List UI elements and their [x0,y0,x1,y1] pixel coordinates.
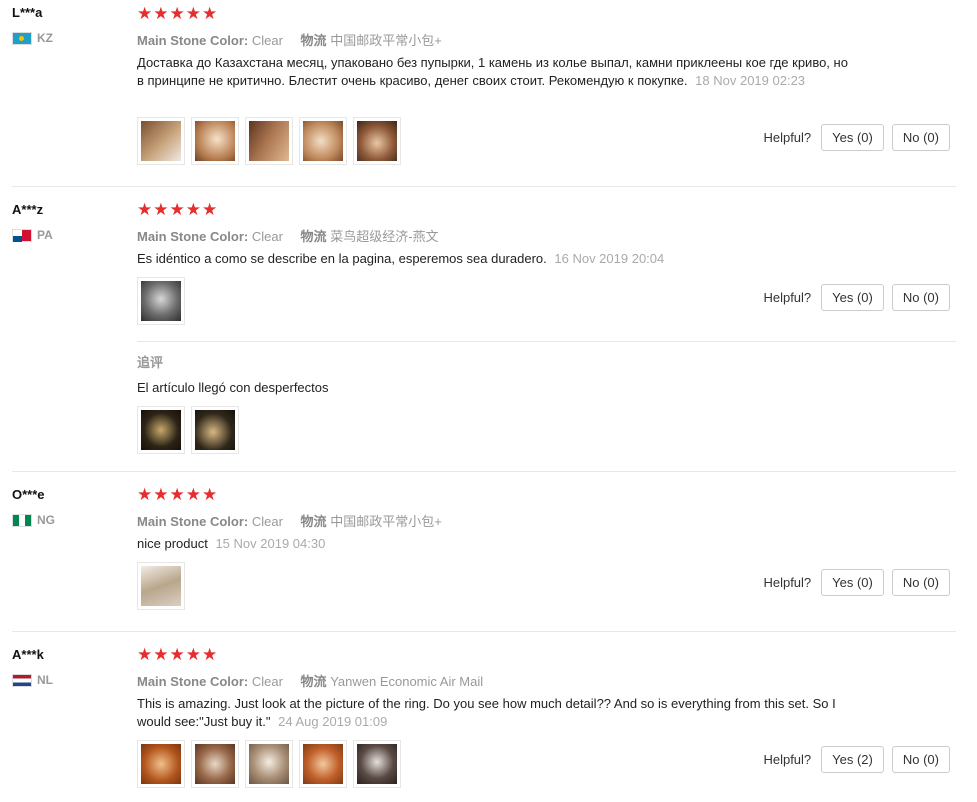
shipping-label: 物流 [300,514,327,529]
review-photo[interactable] [191,117,239,165]
ng-flag-icon [12,513,32,527]
review-divider [12,471,956,472]
review-date: 15 Nov 2019 04:30 [215,536,326,551]
helpful-no-button[interactable]: No (0) [891,124,950,151]
country-code: KZ [37,31,53,45]
review-photo[interactable] [137,740,185,788]
helpful-votes: Helpful? Yes (0) No (0) [763,124,950,151]
rating-stars: ★★★★★ [137,645,219,664]
pa-flag-icon [12,228,32,242]
reviewer-country: NL [12,673,53,687]
helpful-votes: Helpful? Yes (2) No (0) [763,746,950,773]
review-photo[interactable] [353,740,401,788]
review-photo[interactable] [353,117,401,165]
helpful-label: Helpful? [763,290,812,305]
attr-value: Clear [251,514,283,529]
country-code: NG [37,513,55,527]
helpful-yes-button[interactable]: Yes (0) [821,284,884,311]
attr-value: Clear [251,674,283,689]
followup-photo[interactable] [137,406,185,454]
shipping-value: 菜鸟超级经济-燕文 [330,229,439,244]
review-attributes: Main Stone Color: Clear 物流 Yanwen Econom… [137,671,483,690]
review-photos [137,740,401,788]
followup-divider [137,341,956,342]
review-photos [137,277,185,325]
shipping-label: 物流 [300,229,327,244]
reviewer-name: L***a [12,5,43,20]
country-code: NL [37,673,53,687]
review-photo[interactable] [137,562,185,610]
attr-value: Clear [251,33,283,48]
attr-value: Clear [251,229,283,244]
attr-label: Main Stone Color: [137,33,249,48]
attr-label: Main Stone Color: [137,514,249,529]
country-code: PA [37,228,53,242]
reviewer-country: NG [12,513,55,527]
review-body: nice product [137,536,208,551]
followup-photo[interactable] [191,406,239,454]
attr-label: Main Stone Color: [137,229,249,244]
reviewer-country: PA [12,228,53,242]
helpful-votes: Helpful? Yes (0) No (0) [763,569,950,596]
review-body: This is amazing. Just look at the pictur… [137,696,836,729]
shipping-label: 物流 [300,674,327,689]
review-divider [12,631,956,632]
rating-stars: ★★★★★ [137,4,219,23]
helpful-label: Helpful? [763,130,812,145]
review-photos [137,562,185,610]
review-photo[interactable] [191,740,239,788]
review-date: 24 Aug 2019 01:09 [278,714,388,729]
helpful-label: Helpful? [763,575,812,590]
reviewer-name: A***k [12,647,44,662]
reviewer-country: KZ [12,31,53,45]
review-attributes: Main Stone Color: Clear 物流 菜鸟超级经济-燕文 [137,226,439,245]
helpful-yes-button[interactable]: Yes (0) [821,124,884,151]
review-divider [12,186,956,187]
shipping-value: 中国邮政平常小包+ [330,514,442,529]
helpful-no-button[interactable]: No (0) [891,284,950,311]
review-photo[interactable] [245,740,293,788]
reviewer-name: O***e [12,487,45,502]
reviewer-name: A***z [12,202,44,217]
helpful-yes-button[interactable]: Yes (0) [821,569,884,596]
shipping-value: 中国邮政平常小包+ [330,33,442,48]
rating-stars: ★★★★★ [137,200,219,219]
helpful-votes: Helpful? Yes (0) No (0) [763,284,950,311]
helpful-yes-button[interactable]: Yes (2) [821,746,884,773]
rating-stars: ★★★★★ [137,485,219,504]
review-text: Es idéntico a como se describe en la pag… [137,250,857,268]
review-attributes: Main Stone Color: Clear 物流 中国邮政平常小包+ [137,511,442,530]
review-text: Доставка до Казахстана месяц, упаковано … [137,54,857,90]
review-date: 16 Nov 2019 20:04 [554,251,665,266]
review-photo[interactable] [299,117,347,165]
shipping-value: Yanwen Economic Air Mail [330,674,484,689]
shipping-label: 物流 [300,33,327,48]
review-photo[interactable] [137,277,185,325]
review-date: 18 Nov 2019 02:23 [695,73,806,88]
followup-text: El artículo llegó con desperfectos [137,380,329,395]
review-photo[interactable] [299,740,347,788]
helpful-no-button[interactable]: No (0) [891,746,950,773]
followup-title: 追评 [137,355,164,370]
kz-flag-icon [12,31,32,45]
review-photo[interactable] [245,117,293,165]
review-photo[interactable] [137,117,185,165]
review-attributes: Main Stone Color: Clear 物流 中国邮政平常小包+ [137,30,442,49]
review-photos [137,117,401,165]
helpful-label: Helpful? [763,752,812,767]
review-body: Es idéntico a como se describe en la pag… [137,251,547,266]
attr-label: Main Stone Color: [137,674,249,689]
nl-flag-icon [12,673,32,687]
review-text: This is amazing. Just look at the pictur… [137,695,857,731]
followup-photos [137,406,239,454]
review-text: nice product 15 Nov 2019 04:30 [137,535,857,553]
helpful-no-button[interactable]: No (0) [891,569,950,596]
